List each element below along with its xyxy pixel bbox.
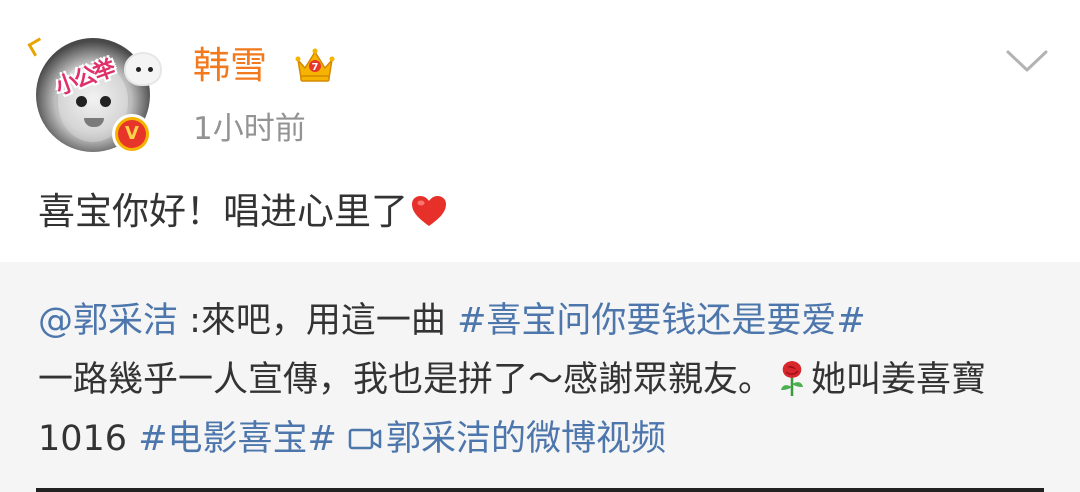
svg-text:7: 7 xyxy=(312,62,319,73)
post-time: 1小时前 xyxy=(193,111,306,147)
author-name[interactable]: 韩雪 xyxy=(193,38,267,94)
repost-card[interactable]: @郭采洁 :來吧，用這一曲 #喜宝问你要钱还是要爱# 一路幾乎一人宣傳，我也是拼… xyxy=(0,262,1080,492)
avatar[interactable]: 小公举 V xyxy=(27,37,162,154)
rose-icon xyxy=(781,361,804,396)
topic-link[interactable]: #电影喜宝# xyxy=(138,419,337,459)
verified-badge-label: V xyxy=(118,120,146,148)
sticker-sparkle-icon xyxy=(27,37,47,57)
verified-badge: V xyxy=(112,114,152,154)
post-header: 小公举 V 韩雪 7 1小时前 xyxy=(0,0,1080,165)
dog-sticker-icon xyxy=(124,52,162,86)
chevron-down-icon[interactable] xyxy=(1004,46,1050,76)
video-thumbnail-edge[interactable] xyxy=(36,488,1044,492)
heart-icon xyxy=(412,196,446,226)
repost-text-part: 一路幾乎一人宣傳，我也是拼了～感謝眾親友。 xyxy=(38,360,774,400)
crown-icon[interactable]: 7 xyxy=(294,46,336,84)
weibo-post: 小公举 V 韩雪 7 1小时前 喜宝你好！唱进心里了 @郭采洁:來吧，用這一曲… xyxy=(0,0,1080,492)
repost-text-part: :來吧，用這一曲 xyxy=(178,301,458,341)
post-content: 喜宝你好！唱进心里了 xyxy=(38,186,448,238)
topic-link[interactable]: #喜宝问你要钱还是要爱# xyxy=(457,301,866,341)
video-link[interactable]: 郭采洁的微博视频 xyxy=(348,419,666,459)
repost-text: @郭采洁 :來吧，用這一曲 #喜宝问你要钱还是要爱# 一路幾乎一人宣傳，我也是拼… xyxy=(38,292,1048,469)
avatar-eye xyxy=(100,96,111,107)
video-link-label: 郭采洁的微博视频 xyxy=(386,419,667,459)
post-text: 喜宝你好！唱进心里了 xyxy=(38,190,408,233)
avatar-eye xyxy=(76,96,87,107)
mention-link[interactable]: @郭采洁 xyxy=(38,301,178,341)
video-icon xyxy=(348,428,382,450)
